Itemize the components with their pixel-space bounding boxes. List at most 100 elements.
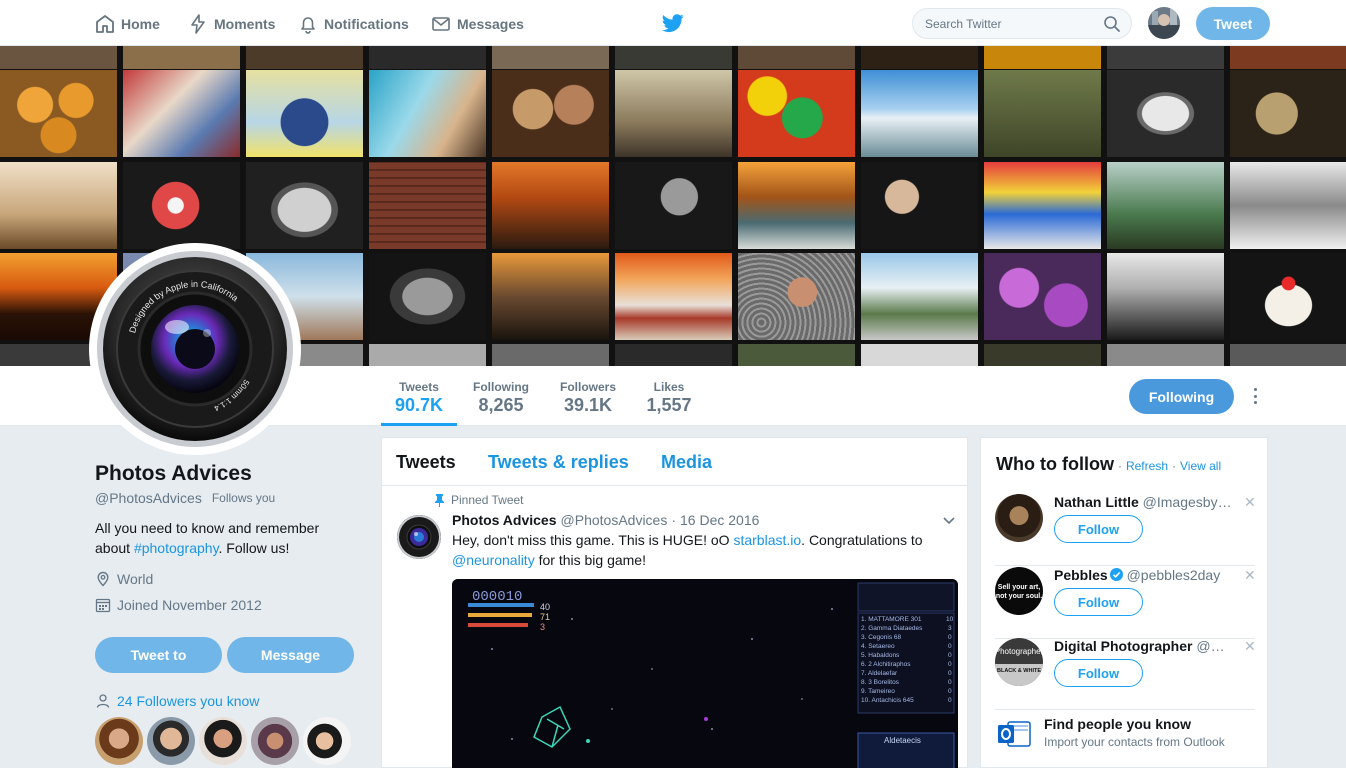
tweet-mention[interactable]: @neuronality [452, 552, 535, 568]
search-box [912, 8, 1132, 39]
tweet-text-part: Hey, don't miss this game. This is HUGE!… [452, 532, 734, 548]
suggestion-handle[interactable]: @pebbles2day [1127, 567, 1221, 583]
leaderboard-entry: 1. MATTAMORE 301 [861, 616, 922, 623]
hashtag-link[interactable]: #photography [134, 540, 219, 556]
svg-text:Sell your art,: Sell your art, [998, 584, 1040, 591]
who-to-follow: Who to follow · Refresh · View all Natha… [980, 437, 1268, 768]
tweet-author-name[interactable]: Photos Advices [452, 512, 557, 528]
mosaic-tile [492, 46, 609, 69]
follower-avatar[interactable] [303, 717, 351, 765]
mosaic-tile [246, 46, 363, 69]
suggestion-avatar[interactable]: Sell your art, not your soul. [995, 567, 1043, 615]
view-all-link[interactable]: View all [1180, 459, 1221, 473]
followers-you-know[interactable]: 24 Followers you know [95, 693, 259, 709]
tweet-author-handle[interactable]: @PhotosAdvices [561, 512, 668, 528]
lightning-icon [191, 14, 205, 34]
tweet-button[interactable]: Tweet [1196, 7, 1270, 40]
tweet-media-image[interactable]: 000010 40 71 3 1. MATTAMORE 301 10 2. Gam… [452, 579, 958, 768]
mosaic-tile [369, 46, 486, 69]
tab-tweets-replies[interactable]: Tweets & replies [488, 452, 629, 473]
suggestion-name-row: Nathan Little @Imagesbynath [1054, 494, 1234, 510]
nav-notifications-label: Notifications [324, 16, 409, 32]
suggestion-name-row: Pebbles @pebbles2day [1054, 567, 1234, 583]
location-text: World [117, 571, 154, 587]
tweet-author-avatar[interactable] [397, 515, 441, 559]
profile-name[interactable]: Photos Advices [95, 462, 365, 486]
profile-avatar[interactable]: Designed by Apple in California 50mm 1:1… [89, 243, 301, 455]
mosaic-tile [615, 46, 732, 69]
chevron-down-icon[interactable] [942, 516, 956, 526]
close-icon[interactable]: ✕ [1244, 567, 1256, 584]
stat-followers[interactable]: Followers 39.1K [553, 366, 623, 426]
nav-moments-label: Moments [214, 16, 276, 32]
mosaic-tile [984, 46, 1101, 69]
refresh-link[interactable]: Refresh [1126, 459, 1168, 473]
joined-text: Joined November 2012 [117, 597, 262, 613]
follow-button[interactable]: Follow [1054, 515, 1143, 543]
suggestion-handle[interactable]: @Imagesbynath [1143, 494, 1234, 510]
find-people-subtitle: Import your contacts from Outlook [1044, 735, 1225, 749]
stat-label: Likes [653, 380, 685, 394]
leaderboard-score: 0 [948, 643, 952, 650]
leaderboard-entry: 8. 3 Borelitos [861, 679, 900, 686]
suggestion-item: Sell your art, not your soul. Pebbles @pe… [995, 567, 1256, 639]
follow-button[interactable]: Follow [1054, 588, 1143, 616]
close-icon[interactable]: ✕ [1244, 638, 1256, 655]
timeline: Tweets Tweets & replies Media Pinned Twe… [381, 437, 968, 768]
find-people-title[interactable]: Find people you know [1044, 716, 1225, 732]
follow-button[interactable]: Follow [1054, 659, 1143, 687]
mosaic-tile [246, 162, 363, 249]
tab-tweets[interactable]: Tweets [396, 452, 456, 473]
suggestion-name[interactable]: Nathan Little [1054, 494, 1139, 510]
suggestion-handle[interactable]: @DigitalPhotoMag [1196, 638, 1234, 654]
profile-joined: Joined November 2012 [95, 597, 365, 613]
tweet-text: Hey, don't miss this game. This is HUGE!… [452, 530, 942, 570]
tweet-link[interactable]: starblast.io [733, 532, 801, 548]
top-navigation: Home Moments Notifications Messages Twee… [0, 0, 1346, 46]
leaderboard-entry: 3. Cegonis 68 [861, 634, 901, 641]
separator: · [1172, 459, 1176, 473]
followers-you-know-avatars [95, 717, 351, 765]
follower-avatar[interactable] [251, 717, 299, 765]
profile-handle[interactable]: @PhotosAdvices [95, 490, 202, 506]
suggestion-avatar[interactable]: Photographer BLACK & WHITE [995, 638, 1043, 686]
game-panel-name: Aldetaecis [884, 736, 921, 745]
suggestion-avatar[interactable] [995, 494, 1043, 542]
location-pin-icon [97, 571, 109, 587]
following-button[interactable]: Following [1129, 379, 1234, 414]
tweet-to-button[interactable]: Tweet to [95, 637, 222, 673]
follower-avatar[interactable] [199, 717, 247, 765]
followers-you-know-link[interactable]: 24 Followers you know [117, 693, 259, 709]
search-input[interactable] [925, 16, 1095, 31]
find-people-you-know[interactable]: Find people you know Import your contact… [996, 716, 1225, 752]
nav-notifications[interactable]: Notifications [298, 12, 409, 36]
stat-likes[interactable]: Likes 1,557 [639, 366, 699, 426]
tweet-header: Photos Advices @PhotosAdvices · 16 Dec 2… [452, 512, 759, 528]
profile-bio: All you need to know and remember about … [95, 518, 355, 558]
follower-avatar[interactable] [147, 717, 195, 765]
mosaic-tile [1107, 253, 1224, 340]
twitter-bird-icon[interactable] [662, 12, 684, 34]
game-stat: 71 [540, 612, 550, 622]
suggestion-name[interactable]: Digital Photographer [1054, 638, 1192, 654]
follower-avatar[interactable] [95, 717, 143, 765]
search-icon[interactable] [1103, 15, 1121, 33]
nav-messages[interactable]: Messages [431, 12, 524, 36]
who-to-follow-header: Who to follow · Refresh · View all [996, 454, 1221, 475]
mosaic-tile [984, 162, 1101, 249]
tweet-date[interactable]: 16 Dec 2016 [680, 512, 759, 528]
mosaic-tile [1230, 344, 1346, 366]
more-options-icon[interactable] [1248, 386, 1262, 406]
mosaic-tile [861, 162, 978, 249]
message-button[interactable]: Message [227, 637, 354, 673]
stat-following[interactable]: Following 8,265 [465, 366, 537, 426]
nav-home[interactable]: Home [95, 12, 160, 36]
close-icon[interactable]: ✕ [1244, 494, 1256, 511]
stat-tweets[interactable]: Tweets 90.7K [381, 366, 457, 426]
mosaic-tile [1107, 70, 1224, 157]
profile-card: Photos Advices @PhotosAdvices Follows yo… [95, 462, 365, 765]
tab-media[interactable]: Media [661, 452, 712, 473]
user-avatar[interactable] [1148, 7, 1180, 39]
suggestion-name[interactable]: Pebbles [1054, 567, 1108, 583]
nav-moments[interactable]: Moments [188, 12, 275, 36]
